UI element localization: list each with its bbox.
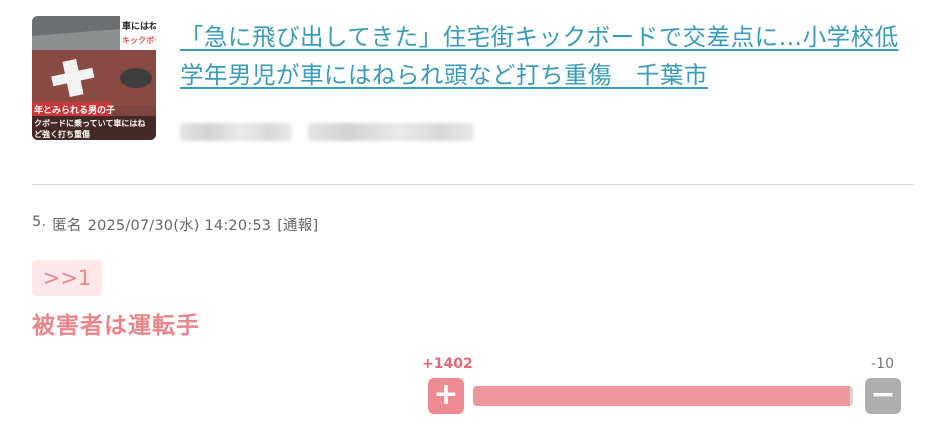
page: 車にはねら キックボード 年とみられる男の子 クボードに乗っていて車にはね ど強… [0,0,946,430]
thumbnail-caption-top: 車にはねら [122,20,156,32]
report-link[interactable]: [通報] [277,214,318,235]
plus-icon: + [433,377,459,412]
source-date-blurred: ████████████ [308,123,474,141]
article-source: ██████ ████████████ [180,120,474,144]
minus-icon: − [870,377,896,412]
article-thumbnail[interactable]: 車にはねら キックボード 年とみられる男の子 クボードに乗っていて車にはね ど強… [32,16,156,140]
article-title-link[interactable]: 「急に飛び出してきた」住宅街キックボードで交差点に…小学校低学年男児が車にはねら… [180,18,910,94]
vote-ratio-fill [473,386,851,406]
comment-author: 匿名 [52,218,82,234]
comment-body: 被害者は運転手 [32,313,200,339]
divider [32,184,914,185]
vote-minus-count: -10 [871,356,894,372]
comment-meta: 5. 匿名 2025/07/30(水) 14:20:53 [通報] [32,214,318,235]
vote-plus-count: +1402 [422,356,473,372]
source-name-blurred: ██████ [180,123,292,141]
thumbnail-image: 車にはねら キックボード 年とみられる男の子 クボードに乗っていて車にはね ど強… [32,16,156,140]
thumbnail-caption-top2: キックボード [122,35,156,45]
vote-minus-button[interactable]: − [865,378,901,414]
reply-anchor-link[interactable]: >>1 [32,260,102,296]
vote-ratio-bar [473,386,853,406]
comment-number: 5. [32,214,47,230]
comment-datetime: 2025/07/30(水) 14:20:53 [87,218,272,234]
vote-plus-button[interactable]: + [428,378,464,414]
thumbnail-caption-line1: 年とみられる男の子 [34,104,115,116]
article-card[interactable]: 車にはねら キックボード 年とみられる男の子 クボードに乗っていて車にはね ど強… [32,16,914,142]
thumbnail-caption-line3: ど強く打ち重傷 [34,129,90,139]
thumbnail-caption-line2: クボードに乗っていて車にはね [34,118,145,128]
